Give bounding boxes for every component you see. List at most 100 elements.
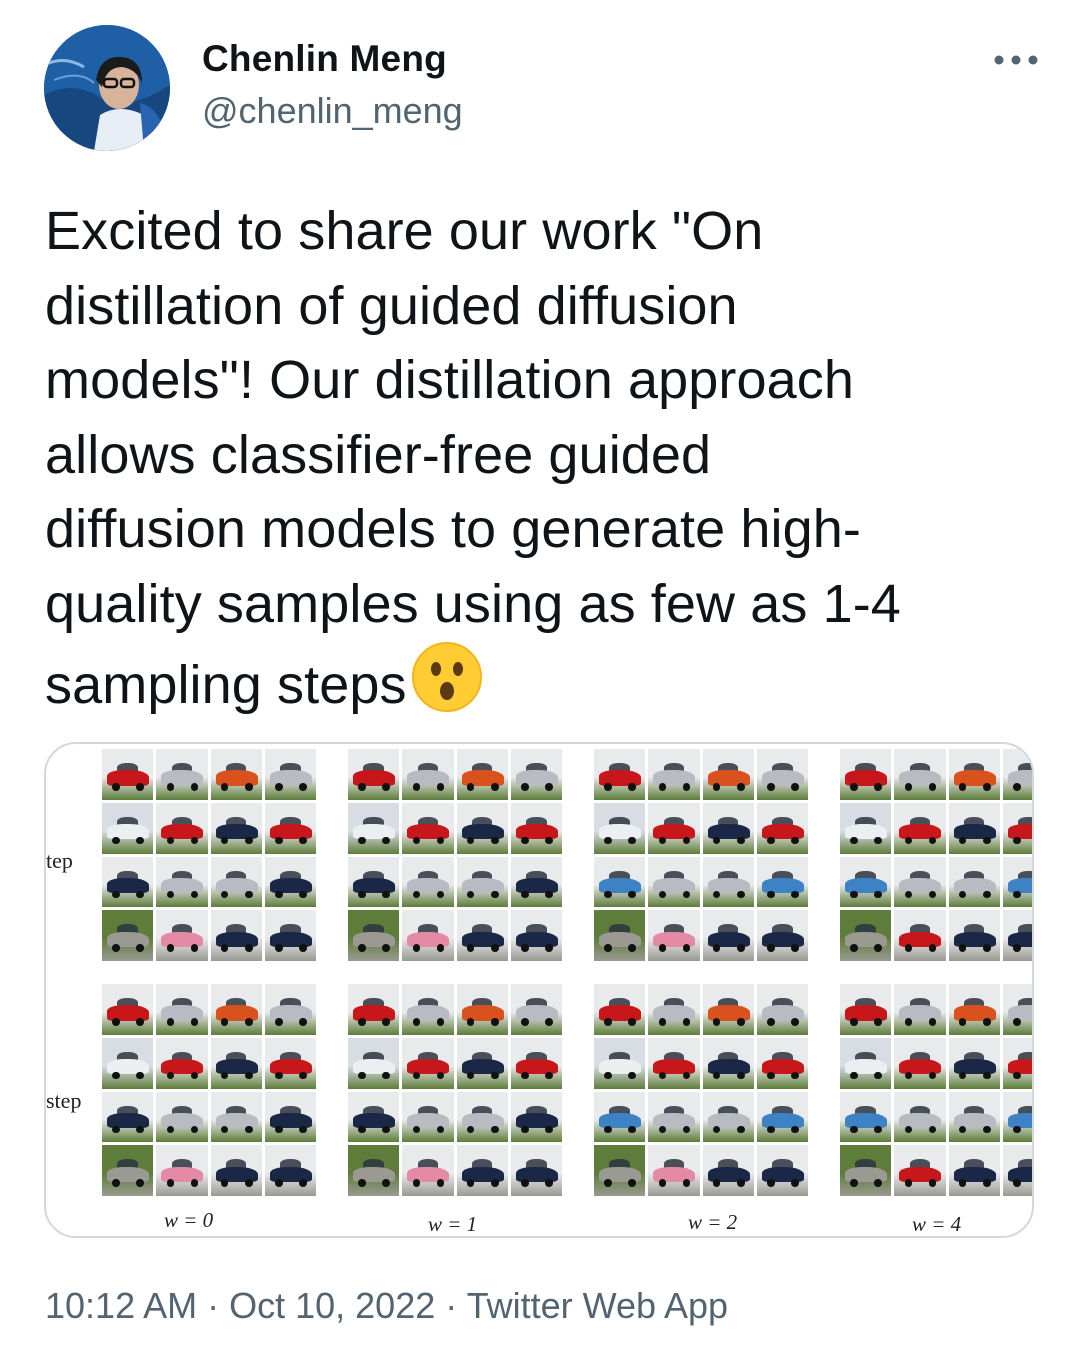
car-sample-thumbnail: [702, 1091, 754, 1143]
sample-grid: [348, 984, 562, 1196]
car-sample-thumbnail: [648, 749, 700, 800]
car-sample-thumbnail: [702, 1037, 754, 1089]
car-sample-thumbnail: [594, 984, 646, 1035]
w-label: w = 2: [688, 1210, 738, 1234]
sample-grid: [840, 984, 1032, 1196]
car-sample-thumbnail: [264, 1091, 316, 1143]
more-options-button[interactable]: [986, 40, 1046, 80]
car-sample-thumbnail: [894, 1037, 946, 1089]
car-sample-thumbnail: [102, 1145, 154, 1196]
author-display-name[interactable]: Chenlin Meng: [202, 38, 447, 80]
car-sample-thumbnail: [456, 749, 508, 800]
car-sample-thumbnail: [456, 1091, 508, 1143]
car-sample-thumbnail: [948, 1145, 1000, 1196]
w-label: w = 4: [912, 1212, 962, 1236]
car-sample-thumbnail: [894, 856, 946, 908]
car-sample-thumbnail: [702, 856, 754, 908]
car-sample-thumbnail: [510, 1091, 562, 1143]
car-sample-thumbnail: [648, 802, 700, 854]
car-sample-thumbnail: [948, 1037, 1000, 1089]
car-sample-thumbnail: [510, 1037, 562, 1089]
car-sample-thumbnail: [702, 749, 754, 800]
w-label: w = 0: [164, 1208, 214, 1232]
car-sample-thumbnail: [156, 1145, 208, 1196]
tweet-timestamp-date[interactable]: Oct 10, 2022: [229, 1285, 435, 1326]
car-sample-thumbnail: [948, 802, 1000, 854]
car-sample-thumbnail: [702, 910, 754, 961]
car-sample-thumbnail: [702, 1145, 754, 1196]
car-sample-thumbnail: [402, 856, 454, 908]
car-sample-thumbnail: [348, 749, 400, 800]
car-sample-thumbnail: [948, 984, 1000, 1035]
w-label: w = 1: [428, 1212, 478, 1236]
car-sample-thumbnail: [264, 1037, 316, 1089]
car-sample-thumbnail: [840, 984, 892, 1035]
car-sample-thumbnail: [156, 910, 208, 961]
car-sample-thumbnail: [894, 1091, 946, 1143]
car-sample-thumbnail: [102, 1037, 154, 1089]
car-sample-thumbnail: [456, 802, 508, 854]
car-sample-thumbnail: [1002, 749, 1032, 800]
car-sample-thumbnail: [210, 1037, 262, 1089]
car-sample-thumbnail: [156, 1037, 208, 1089]
car-sample-thumbnail: [156, 856, 208, 908]
tweet-text-line: Excited to share our work "On: [45, 201, 764, 261]
tweet-text-line: models"! Our distillation approach: [45, 350, 854, 410]
car-sample-thumbnail: [264, 984, 316, 1035]
car-sample-thumbnail: [510, 910, 562, 961]
car-sample-thumbnail: [756, 1091, 808, 1143]
tweet-text-last-line: sampling steps: [45, 641, 1035, 723]
car-sample-thumbnail: [402, 984, 454, 1035]
car-sample-thumbnail: [102, 749, 154, 800]
car-sample-thumbnail: [210, 1145, 262, 1196]
car-sample-thumbnail: [894, 749, 946, 800]
car-sample-thumbnail: [264, 1145, 316, 1196]
car-sample-thumbnail: [156, 802, 208, 854]
car-sample-thumbnail: [510, 749, 562, 800]
car-sample-thumbnail: [648, 910, 700, 961]
tweet-timestamp-time[interactable]: 10:12 AM: [45, 1285, 197, 1326]
car-sample-thumbnail: [264, 749, 316, 800]
car-sample-thumbnail: [756, 749, 808, 800]
car-sample-thumbnail: [156, 984, 208, 1035]
car-sample-thumbnail: [756, 984, 808, 1035]
car-sample-thumbnail: [348, 802, 400, 854]
car-sample-thumbnail: [648, 1145, 700, 1196]
car-sample-thumbnail: [1002, 1037, 1032, 1089]
car-sample-thumbnail: [402, 1145, 454, 1196]
car-sample-thumbnail: [840, 910, 892, 961]
tweet-text-line: distillation of guided diffusion: [45, 275, 738, 336]
car-sample-thumbnail: [840, 1091, 892, 1143]
car-sample-thumbnail: [510, 1145, 562, 1196]
car-sample-thumbnail: [756, 910, 808, 961]
car-sample-thumbnail: [402, 749, 454, 800]
car-sample-thumbnail: [648, 1091, 700, 1143]
separator-dot: ·: [197, 1285, 230, 1326]
car-sample-thumbnail: [102, 984, 154, 1035]
car-sample-thumbnail: [840, 1037, 892, 1089]
car-sample-thumbnail: [840, 856, 892, 908]
car-sample-thumbnail: [756, 856, 808, 908]
car-sample-thumbnail: [1002, 910, 1032, 961]
row-label: tep: [46, 848, 73, 873]
car-sample-thumbnail: [594, 1091, 646, 1143]
car-sample-thumbnail: [210, 749, 262, 800]
sample-grid: [348, 749, 562, 961]
car-sample-thumbnail: [210, 1091, 262, 1143]
car-sample-thumbnail: [1002, 856, 1032, 908]
author-handle[interactable]: @chenlin_meng: [202, 90, 463, 132]
car-sample-thumbnail: [456, 984, 508, 1035]
car-sample-thumbnail: [348, 1037, 400, 1089]
car-sample-thumbnail: [102, 802, 154, 854]
sample-grid: [840, 749, 1032, 961]
car-sample-thumbnail: [594, 910, 646, 961]
car-sample-thumbnail: [756, 1037, 808, 1089]
tweet-media-image[interactable]: tep step w = 0 w = 1 w = 2 w = 4: [44, 742, 1034, 1238]
car-sample-thumbnail: [594, 802, 646, 854]
author-avatar[interactable]: [44, 25, 170, 151]
tweet-source[interactable]: Twitter Web App: [467, 1285, 728, 1326]
car-sample-thumbnail: [840, 802, 892, 854]
car-sample-thumbnail: [510, 856, 562, 908]
car-sample-thumbnail: [756, 802, 808, 854]
sample-grid: [594, 984, 808, 1196]
